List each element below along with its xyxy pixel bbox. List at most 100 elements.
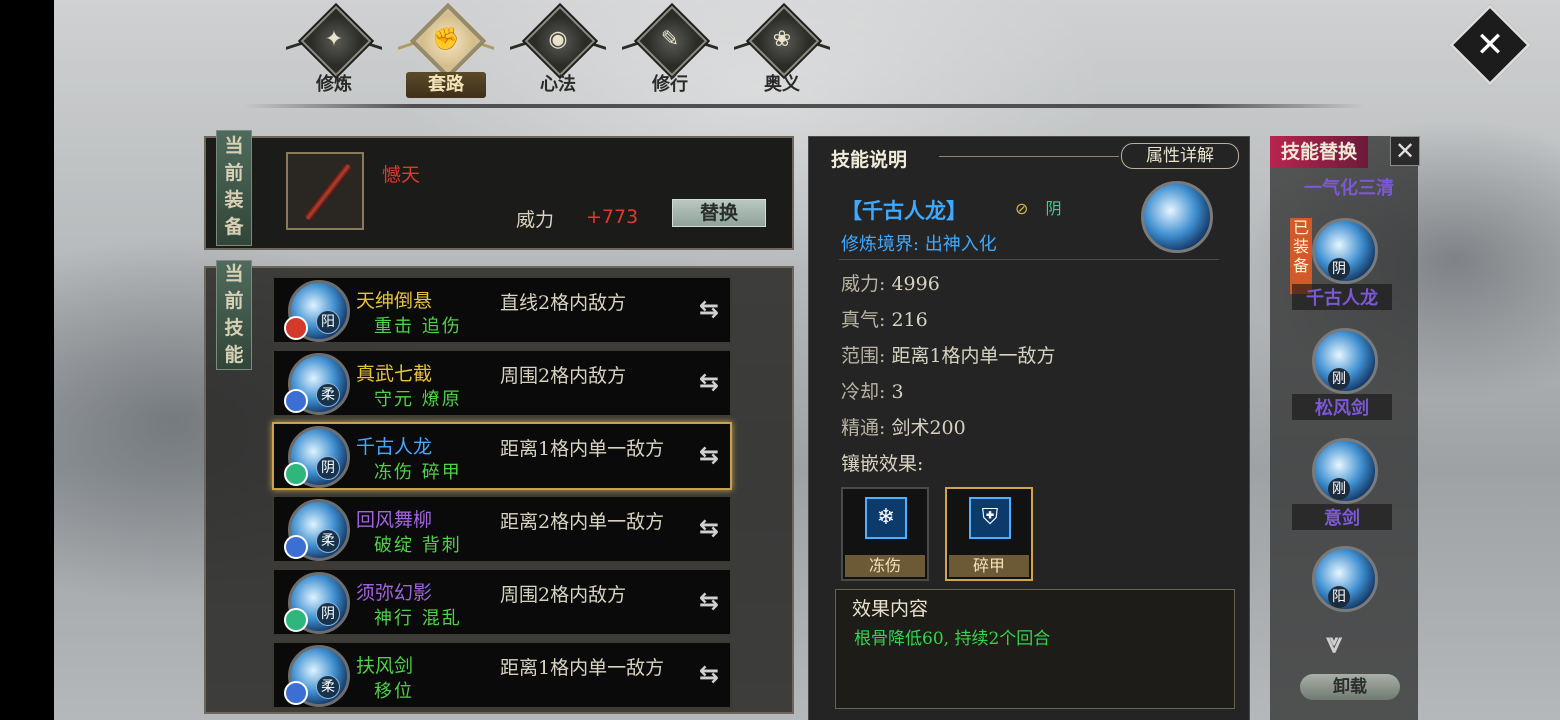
broken-shield-icon: ⛨ bbox=[969, 497, 1011, 539]
fist-glyph-icon: ✊ bbox=[432, 27, 460, 52]
unload-button[interactable]: 卸载 bbox=[1300, 674, 1400, 700]
skill-row[interactable]: 柔真武七截 守元 燎原 周围2格内敌方 ⇆ bbox=[272, 349, 732, 417]
stat-key: 范围: bbox=[841, 345, 886, 367]
tab-practice[interactable]: ✎ 修行 bbox=[620, 2, 720, 103]
title-divider bbox=[939, 156, 1119, 157]
swap-icon[interactable]: ⇆ bbox=[694, 586, 724, 616]
stat-cooldown: 冷却: 3 bbox=[841, 377, 904, 404]
candidate-skill[interactable]: 刚 意剑 bbox=[1292, 438, 1392, 538]
tab-routines[interactable]: ✊ 套路 bbox=[396, 2, 496, 103]
replace-weapon-button[interactable]: 替换 bbox=[672, 199, 766, 227]
attribute-detail-button[interactable]: 属性详解 bbox=[1121, 143, 1239, 169]
candidate-skill[interactable]: 阴 已装备 千古人龙 bbox=[1290, 218, 1392, 318]
skill-row[interactable]: 阳天绅倒悬 重击 追伤 直线2格内敌方 ⇆ bbox=[272, 276, 732, 344]
skill-row[interactable]: 柔扶风剑 移位 距离1格内单一敌方 ⇆ bbox=[272, 641, 732, 709]
yin-attribute-badge: 阴 bbox=[1045, 199, 1062, 218]
stat-key: 威力: bbox=[841, 273, 886, 295]
skill-range: 距离1格内单一敌方 bbox=[500, 657, 665, 679]
scroll-glyph-icon: ✎ bbox=[660, 27, 680, 52]
attribute-badge: 柔 bbox=[316, 675, 340, 699]
weapon-slot[interactable] bbox=[286, 152, 364, 230]
attribute-badge: 阳 bbox=[316, 310, 340, 334]
element-orb-icon bbox=[284, 681, 308, 705]
tab-label: 套路 bbox=[406, 72, 486, 98]
skill-effects: 冻伤 碎甲 bbox=[374, 462, 462, 483]
tab-label: 修炼 bbox=[316, 74, 352, 95]
candidate-skill[interactable]: 刚 松风剑 bbox=[1292, 328, 1392, 428]
attribute-badge: 阴 bbox=[316, 602, 340, 626]
stat-key: 真气: bbox=[841, 309, 886, 331]
lotus-glyph-icon: ❀ bbox=[772, 27, 792, 52]
gem-label: 碎甲 bbox=[949, 555, 1029, 577]
skill-range: 周围2格内敌方 bbox=[500, 365, 627, 387]
stat-value: 距离1格内单一敌方 bbox=[891, 345, 1056, 367]
power-label: 威力 bbox=[516, 209, 555, 231]
tab-label: 修行 bbox=[652, 74, 688, 95]
close-screen-button[interactable]: ✕ bbox=[1448, 3, 1532, 87]
attribute-badge: 阴 bbox=[316, 456, 340, 480]
skill-row[interactable]: 柔回风舞柳 破绽 背刺 距离2格内单一敌方 ⇆ bbox=[272, 495, 732, 563]
element-orb-icon bbox=[284, 462, 308, 486]
tab-mind-method[interactable]: ◉ 心法 bbox=[508, 2, 608, 103]
skill-row[interactable]: 阴千古人龙冻伤 碎甲 距离1格内单一敌方 ⇆ bbox=[272, 422, 732, 490]
partial-candidate-name[interactable]: 一气化三清 bbox=[1284, 174, 1414, 200]
element-orb-icon bbox=[284, 608, 308, 632]
fire-glyph-icon: ✦ bbox=[324, 27, 344, 52]
skill-name: 天绅倒悬 bbox=[356, 290, 433, 312]
skill-range: 距离1格内单一敌方 bbox=[500, 438, 665, 460]
skill-range: 直线2格内敌方 bbox=[500, 292, 627, 314]
close-icon[interactable]: ✕ bbox=[1390, 136, 1420, 166]
swap-icon[interactable]: ⇆ bbox=[694, 294, 724, 324]
gem-slot-frostbite[interactable]: ❄ 冻伤 bbox=[841, 487, 929, 581]
swap-icon[interactable]: ⇆ bbox=[694, 513, 724, 543]
attribute-badge: 阳 bbox=[1328, 586, 1350, 608]
skill-name: 真武七截 bbox=[356, 363, 433, 385]
stat-value: 216 bbox=[891, 309, 928, 331]
gem-label: 冻伤 bbox=[845, 555, 925, 577]
scroll-down-icon[interactable]: ⩔ bbox=[1326, 626, 1342, 660]
game-screen: ✦ 修炼 ✊ 套路 ◉ 心法 ✎ 修行 ❀ 奥义 ✕ 当前装备 憾天 威力 +7… bbox=[54, 0, 1560, 720]
candidate-name: 松风剑 bbox=[1292, 394, 1392, 420]
candidate-name: 意剑 bbox=[1292, 504, 1392, 530]
sword-icon bbox=[303, 162, 353, 222]
tab-label: 心法 bbox=[540, 74, 576, 95]
stat-power: 威力: 4996 bbox=[841, 269, 940, 296]
attribute-badge: 柔 bbox=[316, 529, 340, 553]
effect-content-box: 效果内容 根骨降低60, 持续2个回合 bbox=[835, 589, 1235, 709]
stat-range: 范围: 距离1格内单一敌方 bbox=[841, 341, 1056, 368]
skill-badges: ⊘ 阴 bbox=[1015, 195, 1062, 219]
current-equipment-tag: 当前装备 bbox=[216, 130, 252, 246]
skill-replace-title: 技能替换 bbox=[1270, 136, 1368, 168]
swirl-glyph-icon: ◉ bbox=[548, 27, 568, 52]
skill-effects: 守元 燎原 bbox=[374, 389, 462, 410]
skill-name: 回风舞柳 bbox=[356, 509, 433, 531]
description-title: 技能说明 bbox=[831, 149, 908, 171]
stat-value: 3 bbox=[891, 381, 904, 403]
current-equipment-panel: 当前装备 憾天 威力 +773 替换 bbox=[204, 130, 794, 250]
effect-title: 效果内容 bbox=[852, 598, 929, 620]
skill-effects: 神行 混乱 bbox=[374, 608, 462, 629]
top-nav: ✦ 修炼 ✊ 套路 ◉ 心法 ✎ 修行 ❀ 奥义 bbox=[284, 2, 904, 103]
tab-cultivate[interactable]: ✦ 修炼 bbox=[284, 2, 384, 103]
swap-icon[interactable]: ⇆ bbox=[694, 367, 724, 397]
skill-range: 周围2格内敌方 bbox=[500, 584, 627, 606]
swap-icon[interactable]: ⇆ bbox=[694, 659, 724, 689]
element-orb-icon bbox=[284, 535, 308, 559]
stat-value: 4996 bbox=[891, 273, 940, 295]
skill-range: 距离2格内单一敌方 bbox=[500, 511, 665, 533]
selected-skill-icon bbox=[1141, 181, 1213, 253]
skill-name: 扶风剑 bbox=[356, 655, 414, 677]
gem-slot-armor-break[interactable]: ⛨ 碎甲 bbox=[945, 487, 1033, 581]
skill-row[interactable]: 阴须弥幻影 神行 混乱 周围2格内敌方 ⇆ bbox=[272, 568, 732, 636]
stat-key: 冷却: bbox=[841, 381, 886, 403]
current-skills-panel: 当前技能 阳天绅倒悬 重击 追伤 直线2格内敌方 ⇆ 柔真武七截 守元 燎原 周围2格内敌方… bbox=[204, 260, 794, 714]
attribute-badge: 刚 bbox=[1328, 478, 1350, 500]
skill-description-panel: 技能说明 属性详解 【千古人龙】 ⊘ 阴 修炼境界: 出神入化 威力: 4996… bbox=[808, 136, 1250, 720]
skill-name: 千古人龙 bbox=[356, 436, 433, 458]
snowflake-icon: ❄ bbox=[865, 497, 907, 539]
candidate-skill[interactable]: 阳 bbox=[1306, 546, 1378, 616]
power-value: +773 bbox=[586, 206, 639, 228]
tab-ultimate[interactable]: ❀ 奥义 bbox=[732, 2, 832, 103]
swap-icon[interactable]: ⇆ bbox=[694, 440, 724, 470]
current-skills-tag: 当前技能 bbox=[216, 260, 252, 370]
